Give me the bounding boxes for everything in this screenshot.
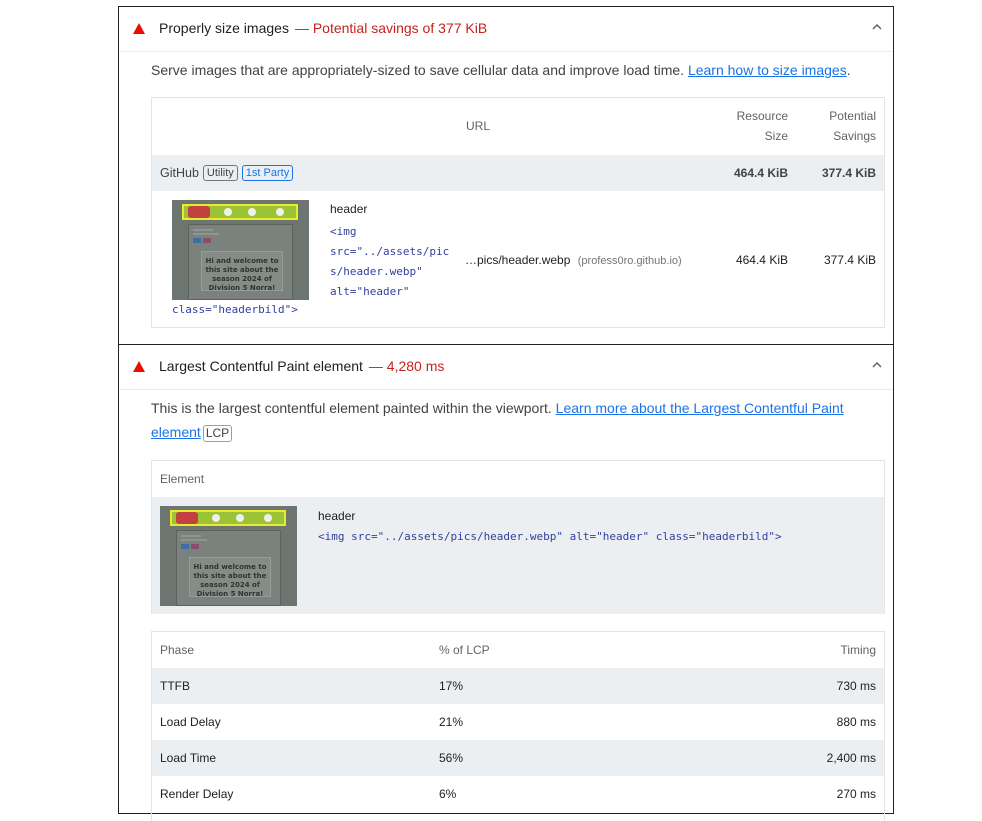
audit-savings: — 4,280 ms — [368, 358, 445, 374]
learn-link-line1[interactable]: Learn more about the Largest Contentful … — [556, 400, 844, 416]
group-savings: 377.4 KiB — [821, 166, 876, 180]
description-text: This is the largest contentful element p… — [151, 400, 556, 416]
node-label: header — [330, 202, 368, 216]
audit-title: Properly size images — Potential savings … — [159, 20, 487, 36]
screenshot-banner — [182, 204, 298, 220]
phase-percent: 21% — [439, 715, 464, 729]
group-resource-size: 464.4 KiB — [733, 166, 788, 180]
phase-percent: 56% — [439, 751, 464, 765]
audit-title: Largest Contentful Paint element — 4,280 … — [159, 358, 444, 374]
lcp-badge: LCP — [202, 425, 233, 442]
screenshot-caption: Hi and welcome to this site about the se… — [205, 257, 279, 292]
phase-name: TTFB — [160, 679, 190, 693]
row-savings: 377.4 KiB — [823, 253, 876, 267]
description-text: Serve images that are appropriately-size… — [151, 62, 688, 78]
url-path[interactable]: …pics/header.webp — [465, 253, 570, 267]
col-header-url: URL — [466, 119, 491, 133]
learn-link[interactable]: Learn how to size images — [688, 62, 847, 78]
audit-description: This is the largest contentful element p… — [151, 396, 871, 444]
snippet-line-3: s/header.webp" — [330, 265, 423, 278]
audit-lcp-element: Largest Contentful Paint element — 4,280 … — [118, 344, 894, 821]
audit-title-text: Largest Contentful Paint element — [159, 358, 363, 374]
element-screenshot[interactable]: Hi and welcome to this site about the se… — [160, 506, 297, 606]
chevron-up-icon[interactable] — [869, 19, 885, 35]
chip-1st-party: 1st Party — [241, 165, 294, 181]
warning-triangle-icon — [133, 23, 145, 34]
col-header-phase: Phase — [160, 643, 195, 657]
element-row: Hi and welcome to this site about the se… — [152, 497, 884, 614]
node-snippet: <img src="../assets/pics/header.webp" al… — [318, 530, 782, 543]
table-row: Render Delay 6% 270 ms — [152, 776, 884, 812]
url-host: (profess0ro.github.io) — [577, 255, 682, 267]
lcp-phase-table: Phase % of LCP Timing TTFB 17% 730 ms Lo… — [151, 631, 885, 821]
learn-link-line2[interactable]: element — [151, 424, 201, 440]
phase-timing: 270 ms — [836, 787, 876, 801]
phase-timing: 880 ms — [836, 715, 876, 729]
col-header-savings-line1: Potential — [829, 109, 876, 123]
table-row: Load Time 56% 2,400 ms — [152, 740, 884, 776]
snippet-line-1: <img — [330, 225, 357, 238]
col-header-resource-size-line1: Resource — [736, 109, 788, 123]
audit-properly-size-images: Properly size images — Potential savings … — [118, 6, 894, 345]
phase-name: Load Time — [160, 751, 217, 765]
col-header-timing: Timing — [840, 643, 876, 657]
phase-timing: 730 ms — [836, 679, 876, 693]
snippet-line-4: alt="header" — [330, 285, 410, 298]
chevron-up-icon[interactable] — [869, 357, 885, 373]
col-header-percent: % of LCP — [439, 643, 490, 657]
snippet-tail: class="headerbild"> — [172, 303, 298, 316]
group-row-github: GitHub Utility 1st Party 464.4 KiB 377.4 K… — [152, 155, 884, 191]
col-header-resource-size: Resource Size — [737, 106, 788, 146]
element-table: Element Hi and welcome to this site abou… — [151, 460, 885, 614]
audit-header[interactable]: Properly size images — Potential savings … — [119, 7, 893, 52]
col-header-element: Element — [160, 472, 205, 486]
row-resource-size: 464.4 KiB — [735, 253, 788, 267]
phase-name: Load Delay — [160, 715, 221, 729]
chip-utility: Utility — [202, 165, 238, 181]
screenshot-banner — [170, 510, 286, 526]
col-header-resource-size-line2: Size — [764, 129, 788, 143]
audit-savings: — Potential savings of 377 KiB — [294, 20, 488, 36]
group-name: GitHub Utility 1st Party — [160, 165, 294, 181]
audit-description: Serve images that are appropriately-size… — [151, 58, 871, 82]
phase-percent: 6% — [439, 787, 457, 801]
audit-title-text: Properly size images — [159, 20, 289, 36]
details-table: URL Resource Size Potential Savings GitH… — [151, 97, 885, 328]
node-snippet: <img src="../assets/pic s/header.webp" a… — [330, 222, 449, 302]
phase-name: Render Delay — [160, 787, 234, 801]
node-label: header — [318, 509, 356, 523]
col-header-savings-line2: Savings — [833, 129, 876, 143]
element-screenshot[interactable]: Hi and welcome to this site about the se… — [172, 200, 309, 300]
description-period: . — [846, 62, 851, 78]
resource-url[interactable]: …pics/header.webp (profess0ro.github.io) — [465, 253, 682, 267]
snippet-line-2: src="../assets/pic — [330, 245, 450, 258]
phase-percent: 17% — [439, 679, 464, 693]
warning-triangle-icon — [133, 361, 145, 372]
table-row: Load Delay 21% 880 ms — [152, 704, 884, 740]
col-header-potential-savings: Potential Savings — [829, 106, 876, 146]
group-label: GitHub — [160, 166, 199, 180]
screenshot-caption: Hi and welcome to this site about the se… — [193, 563, 267, 598]
audit-header[interactable]: Largest Contentful Paint element — 4,280 … — [119, 345, 893, 390]
phase-timing: 2,400 ms — [826, 751, 876, 765]
table-row: TTFB 17% 730 ms — [152, 668, 884, 704]
